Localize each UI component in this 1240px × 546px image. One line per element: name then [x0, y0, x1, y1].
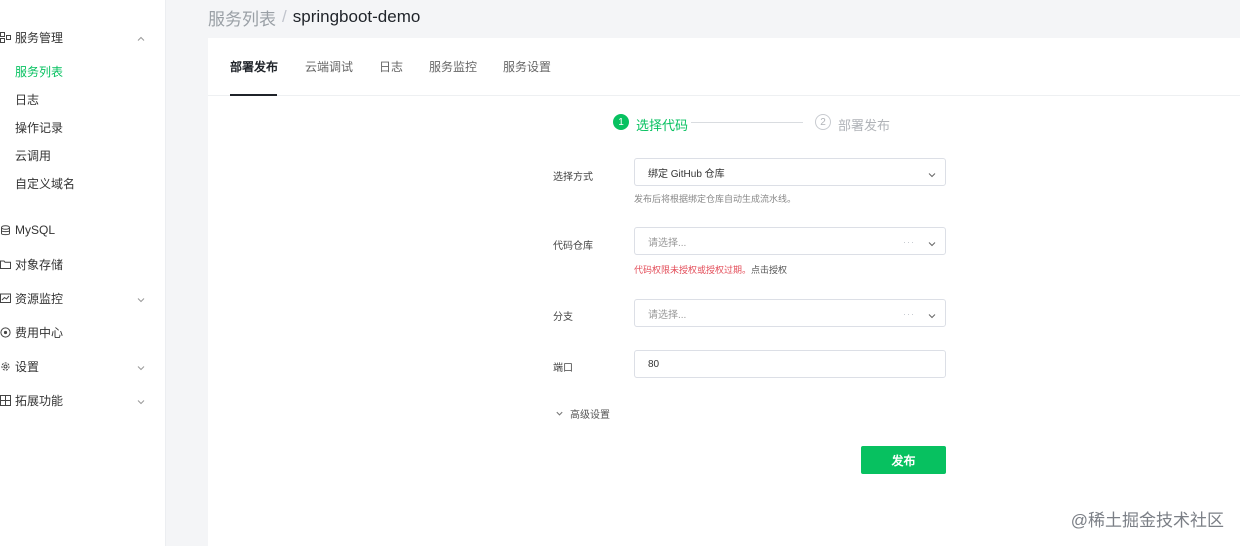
- step-2-label: 部署发布: [838, 118, 891, 133]
- loading-dots-icon: ···: [903, 237, 915, 247]
- step-1-number: 1: [613, 114, 629, 130]
- method-select[interactable]: 绑定 GitHub 仓库: [634, 158, 946, 186]
- service-grid-icon: [0, 31, 11, 43]
- sidebar-group-label: 设置: [15, 359, 40, 374]
- chevron-down-icon: [927, 308, 937, 319]
- chevron-down-icon: [927, 167, 937, 178]
- port-input-value: 80: [648, 358, 660, 370]
- sidebar-group-resource-monitoring[interactable]: 资源监控: [0, 283, 166, 313]
- sidebar-item-custom-domain[interactable]: 自定义域名: [15, 170, 75, 196]
- tab-service-settings[interactable]: 服务设置: [503, 58, 551, 75]
- repo-select-placeholder: 请选择...: [648, 237, 687, 249]
- tab-logs[interactable]: 日志: [379, 58, 403, 75]
- sidebar-group-extensions[interactable]: 拓展功能: [0, 385, 166, 415]
- chevron-up-icon: [136, 31, 148, 43]
- sidebar-group-billing-center[interactable]: 费用中心: [0, 317, 166, 347]
- breadcrumb: 服务列表 / springboot-demo: [208, 0, 420, 34]
- sidebar-group-label: 资源监控: [15, 291, 64, 306]
- advanced-settings-label: 高级设置: [570, 410, 610, 421]
- gear-icon: [0, 360, 11, 372]
- breadcrumb-separator: /: [282, 7, 287, 26]
- method-label: 选择方式: [553, 172, 593, 183]
- sidebar-group-mysql[interactable]: MySQL: [0, 215, 166, 245]
- branch-select[interactable]: 请选择... ···: [634, 299, 946, 327]
- tab-deploy[interactable]: 部署发布: [230, 58, 278, 75]
- tab-bar: 部署发布 云端调试 日志 服务监控 服务设置: [208, 38, 1240, 96]
- main-panel: 部署发布 云端调试 日志 服务监控 服务设置 1 选择代码 2 部署发布 选择方…: [208, 38, 1240, 546]
- watermark: @稀土掘金技术社区: [1070, 511, 1224, 530]
- branch-label: 分支: [553, 312, 573, 323]
- breadcrumb-parent-link[interactable]: 服务列表: [208, 5, 276, 30]
- loading-dots-icon: ···: [903, 309, 915, 319]
- tab-cloud-debug[interactable]: 云端调试: [305, 58, 353, 75]
- chevron-down-icon: [927, 236, 937, 247]
- repo-error-text: 代码权限未授权或授权过期。: [634, 265, 752, 275]
- repo-error-message: 代码权限未授权或授权过期。点击授权: [634, 263, 787, 276]
- sidebar-item-operation-records[interactable]: 操作记录: [15, 114, 63, 140]
- repo-label: 代码仓库: [553, 241, 593, 252]
- sidebar-group-label: 费用中心: [15, 325, 64, 340]
- monitor-chart-icon: [0, 292, 11, 304]
- chevron-down-icon: [136, 360, 148, 372]
- method-select-value: 绑定 GitHub 仓库: [648, 168, 725, 180]
- sidebar-item-cloud-call[interactable]: 云调用: [15, 142, 51, 168]
- chevron-down-icon: [136, 292, 148, 304]
- chevron-down-icon: [555, 409, 564, 418]
- sidebar-group-service-management[interactable]: 服务管理: [0, 22, 166, 52]
- step-connector: [691, 122, 803, 123]
- sidebar-group-object-storage[interactable]: 对象存储: [0, 249, 166, 279]
- sidebar-item-logs[interactable]: 日志: [15, 86, 39, 112]
- branch-select-placeholder: 请选择...: [648, 309, 687, 321]
- sidebar-item-service-list[interactable]: 服务列表: [15, 58, 63, 84]
- tab-service-monitoring[interactable]: 服务监控: [429, 58, 477, 75]
- database-icon: [0, 224, 11, 236]
- port-input[interactable]: 80: [634, 350, 946, 378]
- coin-icon: [0, 326, 11, 338]
- sidebar-group-label: 服务管理: [15, 30, 64, 45]
- sidebar-group-label: 拓展功能: [15, 393, 64, 408]
- sidebar: 服务管理 服务列表 日志 操作记录 云调用 自定义域名 MySQL 对象存储 资…: [0, 0, 166, 546]
- method-hint: 发布后将根据绑定仓库自动生成流水线。: [634, 194, 797, 204]
- advanced-settings-toggle[interactable]: 高级设置: [555, 406, 610, 421]
- folder-icon: [0, 258, 11, 270]
- sidebar-group-settings[interactable]: 设置: [0, 351, 166, 381]
- active-tab-indicator: [230, 94, 277, 96]
- step-2-number: 2: [815, 114, 831, 130]
- page-title: springboot-demo: [292, 7, 421, 26]
- chevron-down-icon: [136, 394, 148, 406]
- step-1-label: 选择代码: [636, 118, 689, 133]
- sidebar-group-label: 对象存储: [15, 257, 64, 272]
- authorize-link[interactable]: 点击授权: [751, 265, 787, 275]
- extension-icon: [0, 394, 11, 406]
- port-label: 端口: [553, 363, 573, 374]
- sidebar-group-label: MySQL: [15, 223, 56, 237]
- repo-select[interactable]: 请选择... ···: [634, 227, 946, 255]
- publish-button[interactable]: 发布: [861, 446, 946, 474]
